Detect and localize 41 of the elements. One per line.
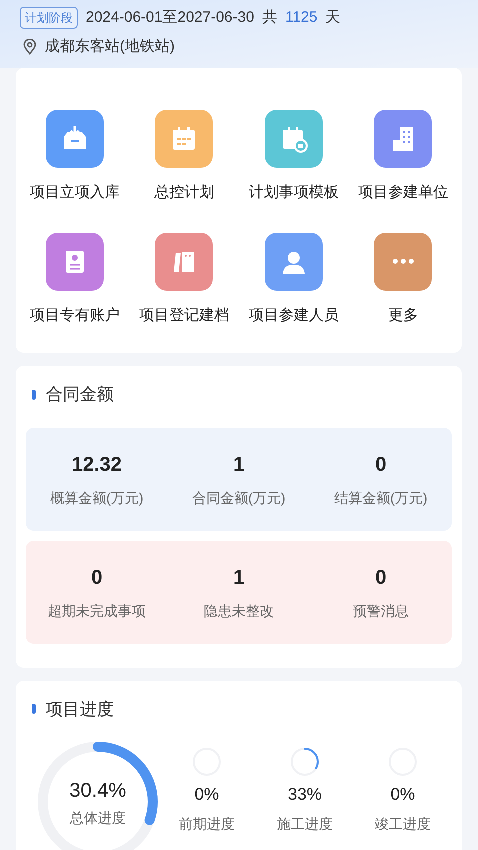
progress-value: 0% [390,784,416,806]
progress-label: 总体进度 [70,808,126,828]
progress-label: 前期进度 [179,814,235,834]
stat-value: 0 [91,566,103,590]
stat-value: 1 [233,566,245,590]
progress-value: 30.4% [70,778,126,804]
stage-badge: 计划阶段 [20,7,78,30]
date-range: 2024-06-01至2027-06-30 [86,8,254,28]
shortcut-button[interactable]: 项目立项入库 [20,110,130,204]
progress-value: 0% [194,784,220,806]
shortcut-button[interactable]: 总控计划 [130,110,239,204]
total-days: 1125 [285,7,318,30]
shortcut-button[interactable]: 项目专有账户 [20,232,130,327]
location-pin-icon [23,38,37,55]
days-unit: 天 [326,8,341,28]
progress-label: 竣工进度 [375,814,431,834]
stat-value: 0 [375,566,387,590]
stat-label: 超期未完成事项 [48,602,146,620]
section-title: 合同金额 [46,384,114,406]
total-label: 共 [262,8,278,28]
stat-label: 概算金额(万元) [50,488,144,508]
stat-value: 0 [375,452,387,478]
stat-value: 1 [233,452,245,478]
more-icon [392,259,414,264]
shortcut-button[interactable]: 项目参建单位 [348,110,458,204]
stage-progress-ring [291,748,319,776]
section-marker [32,704,36,714]
section-marker [32,390,36,400]
stat-label: 预警消息 [353,602,409,620]
section-title: 项目进度 [46,698,114,720]
progress-value: 33% [288,784,322,806]
shortcut-button[interactable]: 更多 [348,232,458,327]
stat-label: 隐患未整改 [204,602,274,620]
progress-label: 施工进度 [277,814,333,834]
shortcut-button[interactable]: 项目参建人员 [239,232,348,327]
stat-label: 合同金额(万元) [192,488,286,508]
shortcut-button[interactable]: 计划事项模板 [239,110,348,204]
location-text: 成都东客站(地铁站) [45,36,175,56]
stat-value: 12.32 [72,452,122,478]
stat-label: 结算金额(万元) [334,488,428,508]
shortcut-button[interactable]: 项目登记建档 [130,232,239,327]
